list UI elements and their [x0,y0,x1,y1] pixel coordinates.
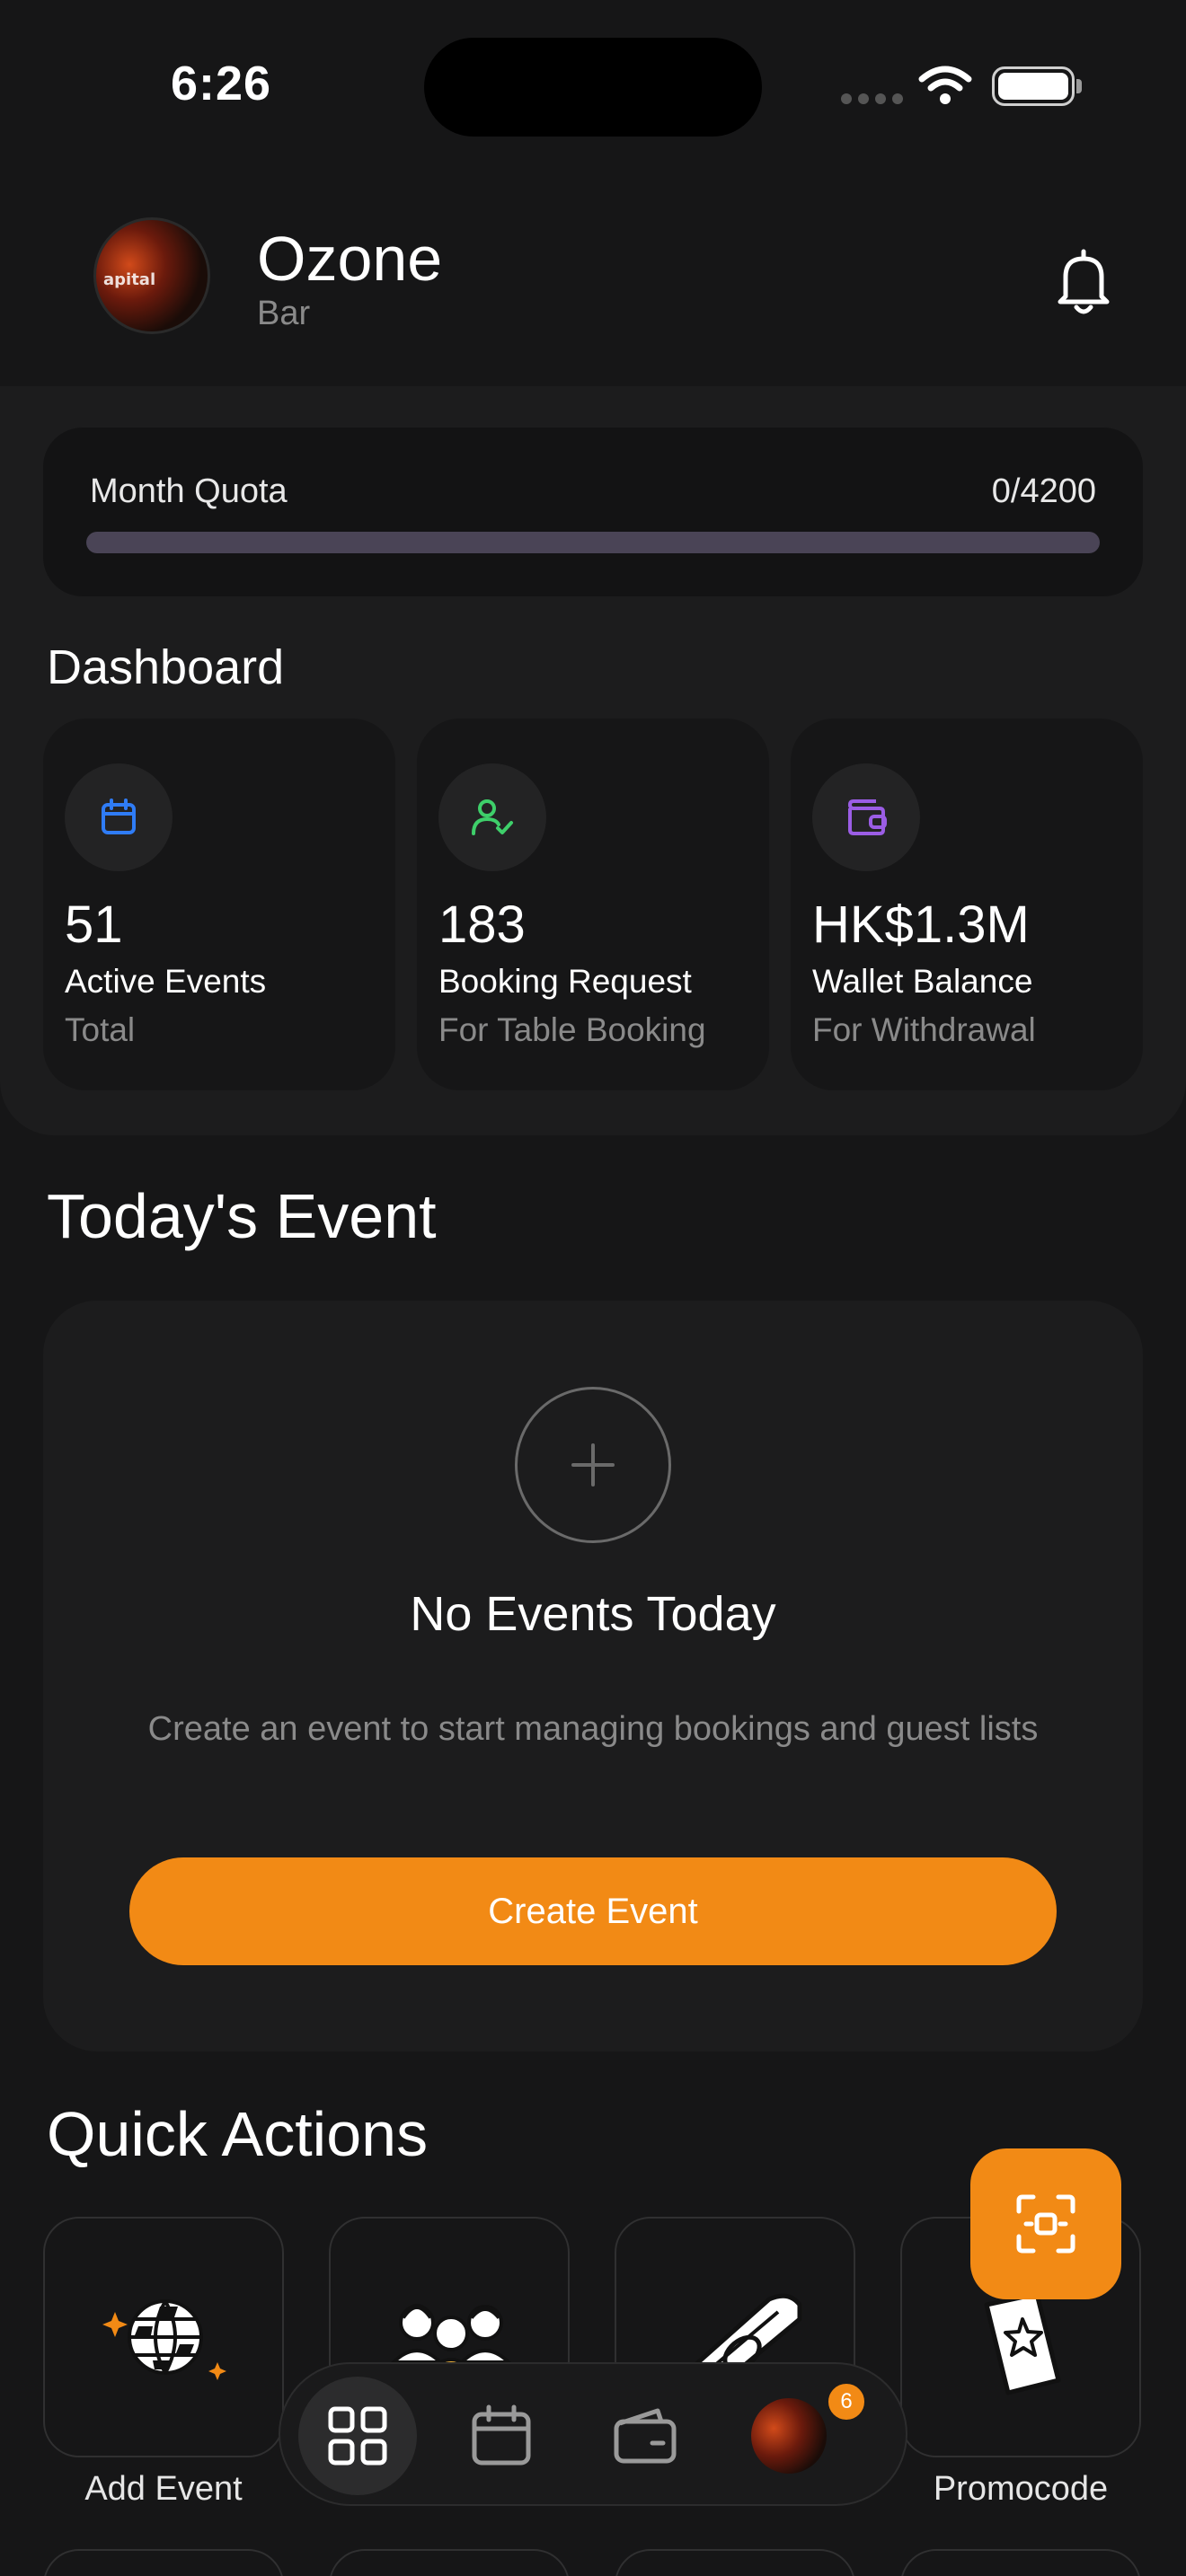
signal-icon [841,93,903,104]
stat-sub: Total [65,1011,136,1048]
wallet-icon [812,763,920,871]
quick-action-label: Add Event [84,2470,243,2508]
quota-label: Month Quota [90,472,288,510]
status-bar: 6:26 [0,0,1186,162]
month-quota-card: Month Quota 0/4200 [43,428,1143,596]
stat-label: Booking Request [438,963,692,1000]
no-events-description: Create an event to start managing bookin… [147,1710,1039,1748]
todays-event-card: No Events Today Create an event to start… [43,1301,1143,2051]
quick-action-add-event[interactable] [43,2217,284,2457]
dashboard-title: Dashboard [47,640,285,694]
wifi-icon [918,66,972,104]
quick-actions-title: Quick Actions [47,2099,429,2169]
quick-action-row2-3[interactable] [615,2549,855,2576]
quick-action-row2-4[interactable] [900,2549,1141,2576]
tab-bar: 6 [279,2362,907,2506]
tab-dashboard[interactable] [298,2377,417,2495]
quick-action-label: Promocode [933,2470,1109,2508]
tab-wallet[interactable] [586,2377,704,2495]
stat-card-active-events[interactable]: 51 Active Events Total [43,719,395,1090]
scan-icon [1016,2194,1075,2254]
stat-sub: For Withdrawal [812,1011,1036,1048]
wallet-icon [614,2408,677,2464]
plus-icon [571,1443,615,1486]
globe-icon [102,2299,226,2380]
tab-calendar[interactable] [442,2377,561,2495]
stat-card-booking-request[interactable]: 183 Booking Request For Table Booking [417,719,769,1090]
add-event-circle[interactable] [515,1387,671,1543]
status-time: 6:26 [171,57,272,110]
stat-label: Active Events [65,963,267,1000]
todays-event-title: Today's Event [47,1181,437,1251]
venue-name: Ozone [257,224,443,294]
dynamic-island [424,38,762,137]
scan-button[interactable] [970,2148,1121,2299]
user-check-icon [438,763,546,871]
stat-value: HK$1.3M [812,895,1030,954]
calendar-icon [65,763,173,871]
avatar-text: apital [103,270,156,289]
venue-type: Bar [257,295,311,332]
stat-value: 183 [438,895,526,954]
quota-progress-bar [86,532,1100,553]
battery-tip [1076,79,1082,93]
quick-action-row2-1[interactable] [43,2549,284,2576]
stat-value: 51 [65,895,123,954]
battery-icon [992,66,1075,106]
quota-value: 0/4200 [991,472,1096,510]
calendar-icon [472,2404,531,2466]
venue-avatar[interactable]: apital [93,217,210,334]
header: apital Ozone Bar [0,207,1186,359]
profile-avatar [751,2398,827,2474]
quick-action-row2-2[interactable] [329,2549,570,2576]
stat-sub: For Table Booking [438,1011,706,1048]
create-event-button[interactable]: Create Event [129,1857,1057,1965]
stat-label: Wallet Balance [812,963,1033,1000]
notification-badge: 6 [827,2382,866,2422]
grid-icon [328,2406,387,2466]
no-events-title: No Events Today [410,1587,776,1641]
stat-card-wallet-balance[interactable]: HK$1.3M Wallet Balance For Withdrawal [791,719,1143,1090]
bell-icon[interactable] [1053,246,1114,318]
